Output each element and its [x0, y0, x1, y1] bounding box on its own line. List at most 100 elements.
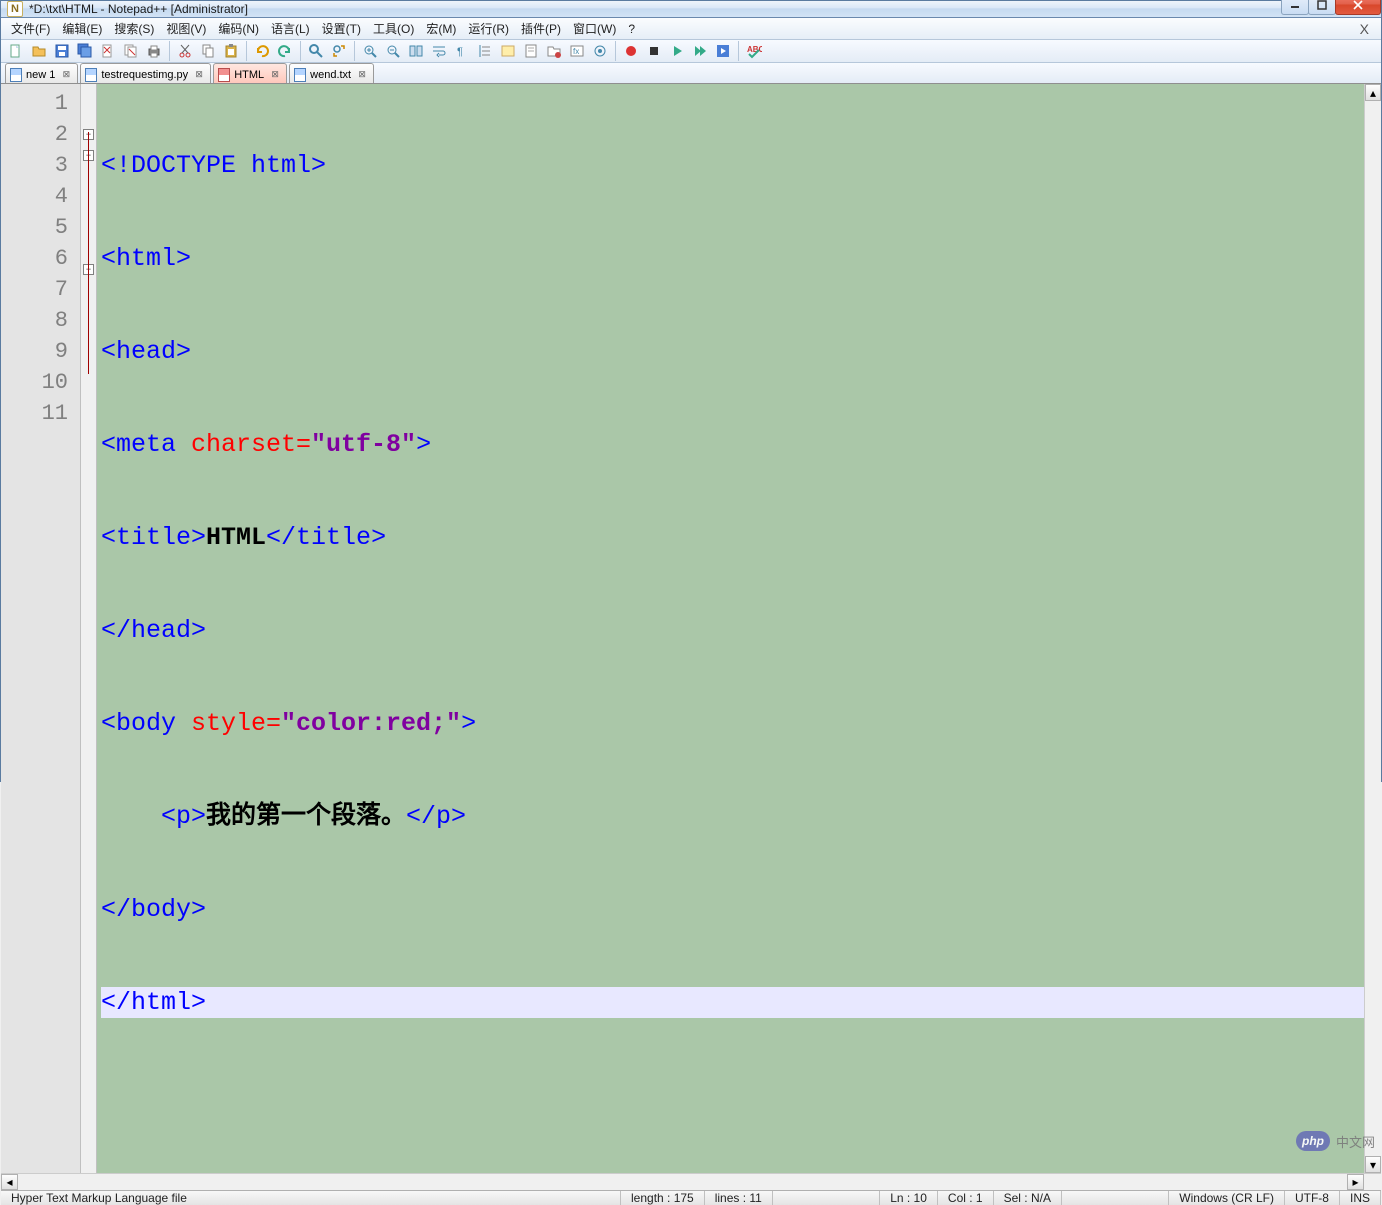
- menubar-close-icon[interactable]: X: [1352, 21, 1377, 37]
- titlebar[interactable]: N *D:\txt\HTML - Notepad++ [Administrato…: [1, 1, 1381, 18]
- status-encoding[interactable]: UTF-8: [1285, 1191, 1340, 1205]
- scroll-right-icon[interactable]: ▸: [1347, 1174, 1364, 1190]
- menu-tools[interactable]: 工具(O): [367, 18, 420, 39]
- svg-text:fx: fx: [573, 47, 579, 56]
- horizontal-scrollbar[interactable]: ◂ ▸: [1, 1173, 1381, 1190]
- status-eol[interactable]: Windows (CR LF): [1169, 1191, 1285, 1205]
- save-all-icon[interactable]: [74, 40, 96, 62]
- tab-new1[interactable]: new 1 ⊠: [5, 63, 78, 83]
- tab-testrequestimg[interactable]: testrequestimg.py ⊠: [80, 63, 211, 83]
- new-file-icon[interactable]: [5, 40, 27, 62]
- toolbar-separator: [246, 41, 247, 61]
- tab-close-icon[interactable]: ⊠: [194, 70, 204, 80]
- menu-help[interactable]: ?: [622, 20, 641, 38]
- macro-play-multi-icon[interactable]: [689, 40, 711, 62]
- menu-window[interactable]: 窗口(W): [567, 18, 622, 39]
- tab-close-icon[interactable]: ⊠: [270, 70, 280, 80]
- copy-icon[interactable]: [197, 40, 219, 62]
- window-title: *D:\txt\HTML - Notepad++ [Administrator]: [29, 2, 1282, 16]
- sync-view-icon[interactable]: [405, 40, 427, 62]
- user-lang-icon[interactable]: [497, 40, 519, 62]
- minimize-button[interactable]: [1281, 0, 1309, 15]
- window: N *D:\txt\HTML - Notepad++ [Administrato…: [0, 0, 1382, 782]
- tab-label: HTML: [234, 69, 264, 81]
- macro-record-icon[interactable]: [620, 40, 642, 62]
- indent-guide-icon[interactable]: [474, 40, 496, 62]
- file-icon: [85, 68, 97, 82]
- macro-save-icon[interactable]: [712, 40, 734, 62]
- zoom-in-icon[interactable]: [359, 40, 381, 62]
- word-wrap-icon[interactable]: [428, 40, 450, 62]
- code-area[interactable]: <!DOCTYPE html> <html> <head> <meta char…: [97, 84, 1364, 1173]
- menu-encoding[interactable]: 编码(N): [212, 18, 265, 39]
- scroll-track[interactable]: [1365, 101, 1381, 1156]
- status-sel: Sel : N/A: [994, 1191, 1062, 1205]
- tab-label: testrequestimg.py: [101, 69, 188, 81]
- tab-close-icon[interactable]: ⊠: [357, 70, 367, 80]
- scroll-track[interactable]: [18, 1174, 1347, 1190]
- show-all-chars-icon[interactable]: ¶: [451, 40, 473, 62]
- paste-icon[interactable]: [220, 40, 242, 62]
- statusbar: Hyper Text Markup Language file length :…: [1, 1190, 1381, 1205]
- menu-plugins[interactable]: 插件(P): [515, 18, 567, 39]
- app-icon: N: [7, 1, 23, 17]
- toolbar-separator: [354, 41, 355, 61]
- status-length: length : 175: [621, 1191, 705, 1205]
- toolbar-separator: [738, 41, 739, 61]
- func-list-icon[interactable]: fx: [566, 40, 588, 62]
- file-icon: [218, 68, 230, 82]
- redo-icon[interactable]: [274, 40, 296, 62]
- close-file-icon[interactable]: [97, 40, 119, 62]
- fold-gutter: − − −: [81, 84, 97, 1173]
- scroll-corner: [1364, 1174, 1381, 1190]
- close-button[interactable]: [1335, 0, 1381, 15]
- close-all-icon[interactable]: [120, 40, 142, 62]
- scroll-down-icon[interactable]: ▾: [1365, 1156, 1381, 1173]
- doc-map-icon[interactable]: [520, 40, 542, 62]
- macro-stop-icon[interactable]: [643, 40, 665, 62]
- monitor-icon[interactable]: [589, 40, 611, 62]
- menu-search[interactable]: 搜索(S): [108, 18, 160, 39]
- status-ins[interactable]: INS: [1340, 1191, 1381, 1205]
- scroll-left-icon[interactable]: ◂: [1, 1174, 18, 1190]
- status-col: Col : 1: [938, 1191, 994, 1205]
- toolbar-separator: [615, 41, 616, 61]
- vertical-scrollbar[interactable]: ▴ ▾: [1364, 84, 1381, 1173]
- tab-close-icon[interactable]: ⊠: [61, 70, 71, 80]
- tab-wend[interactable]: wend.txt ⊠: [289, 63, 374, 83]
- svg-text:¶: ¶: [457, 46, 463, 58]
- menu-language[interactable]: 语言(L): [265, 18, 316, 39]
- macro-play-icon[interactable]: [666, 40, 688, 62]
- status-ln: Ln : 10: [880, 1191, 938, 1205]
- tab-label: new 1: [26, 69, 55, 81]
- folder-workspace-icon[interactable]: [543, 40, 565, 62]
- menu-edit[interactable]: 编辑(E): [56, 18, 108, 39]
- zoom-out-icon[interactable]: [382, 40, 404, 62]
- status-spacer: [773, 1191, 880, 1205]
- cut-icon[interactable]: [174, 40, 196, 62]
- find-icon[interactable]: [305, 40, 327, 62]
- status-filetype: Hyper Text Markup Language file: [1, 1191, 621, 1205]
- print-icon[interactable]: [143, 40, 165, 62]
- scroll-up-icon[interactable]: ▴: [1365, 84, 1381, 101]
- maximize-button[interactable]: [1308, 0, 1336, 15]
- save-icon[interactable]: [51, 40, 73, 62]
- tabbar: new 1 ⊠ testrequestimg.py ⊠ HTML ⊠ wend.…: [1, 63, 1381, 84]
- spellcheck-icon[interactable]: ABC: [743, 40, 765, 62]
- status-spacer: [1062, 1191, 1169, 1205]
- status-lines: lines : 11: [705, 1191, 773, 1205]
- toolbar-separator: [300, 41, 301, 61]
- undo-icon[interactable]: [251, 40, 273, 62]
- file-icon: [10, 68, 22, 82]
- line-number-gutter: 1 2 3 4 5 6 7 8 9 10 11: [1, 84, 81, 1173]
- menu-run[interactable]: 运行(R): [462, 18, 515, 39]
- replace-icon[interactable]: [328, 40, 350, 62]
- open-file-icon[interactable]: [28, 40, 50, 62]
- menu-file[interactable]: 文件(F): [5, 18, 56, 39]
- menu-view[interactable]: 视图(V): [160, 18, 212, 39]
- menu-settings[interactable]: 设置(T): [316, 18, 367, 39]
- tab-label: wend.txt: [310, 69, 351, 81]
- tab-html[interactable]: HTML ⊠: [213, 63, 287, 83]
- file-icon: [294, 68, 306, 82]
- menu-macro[interactable]: 宏(M): [420, 18, 462, 39]
